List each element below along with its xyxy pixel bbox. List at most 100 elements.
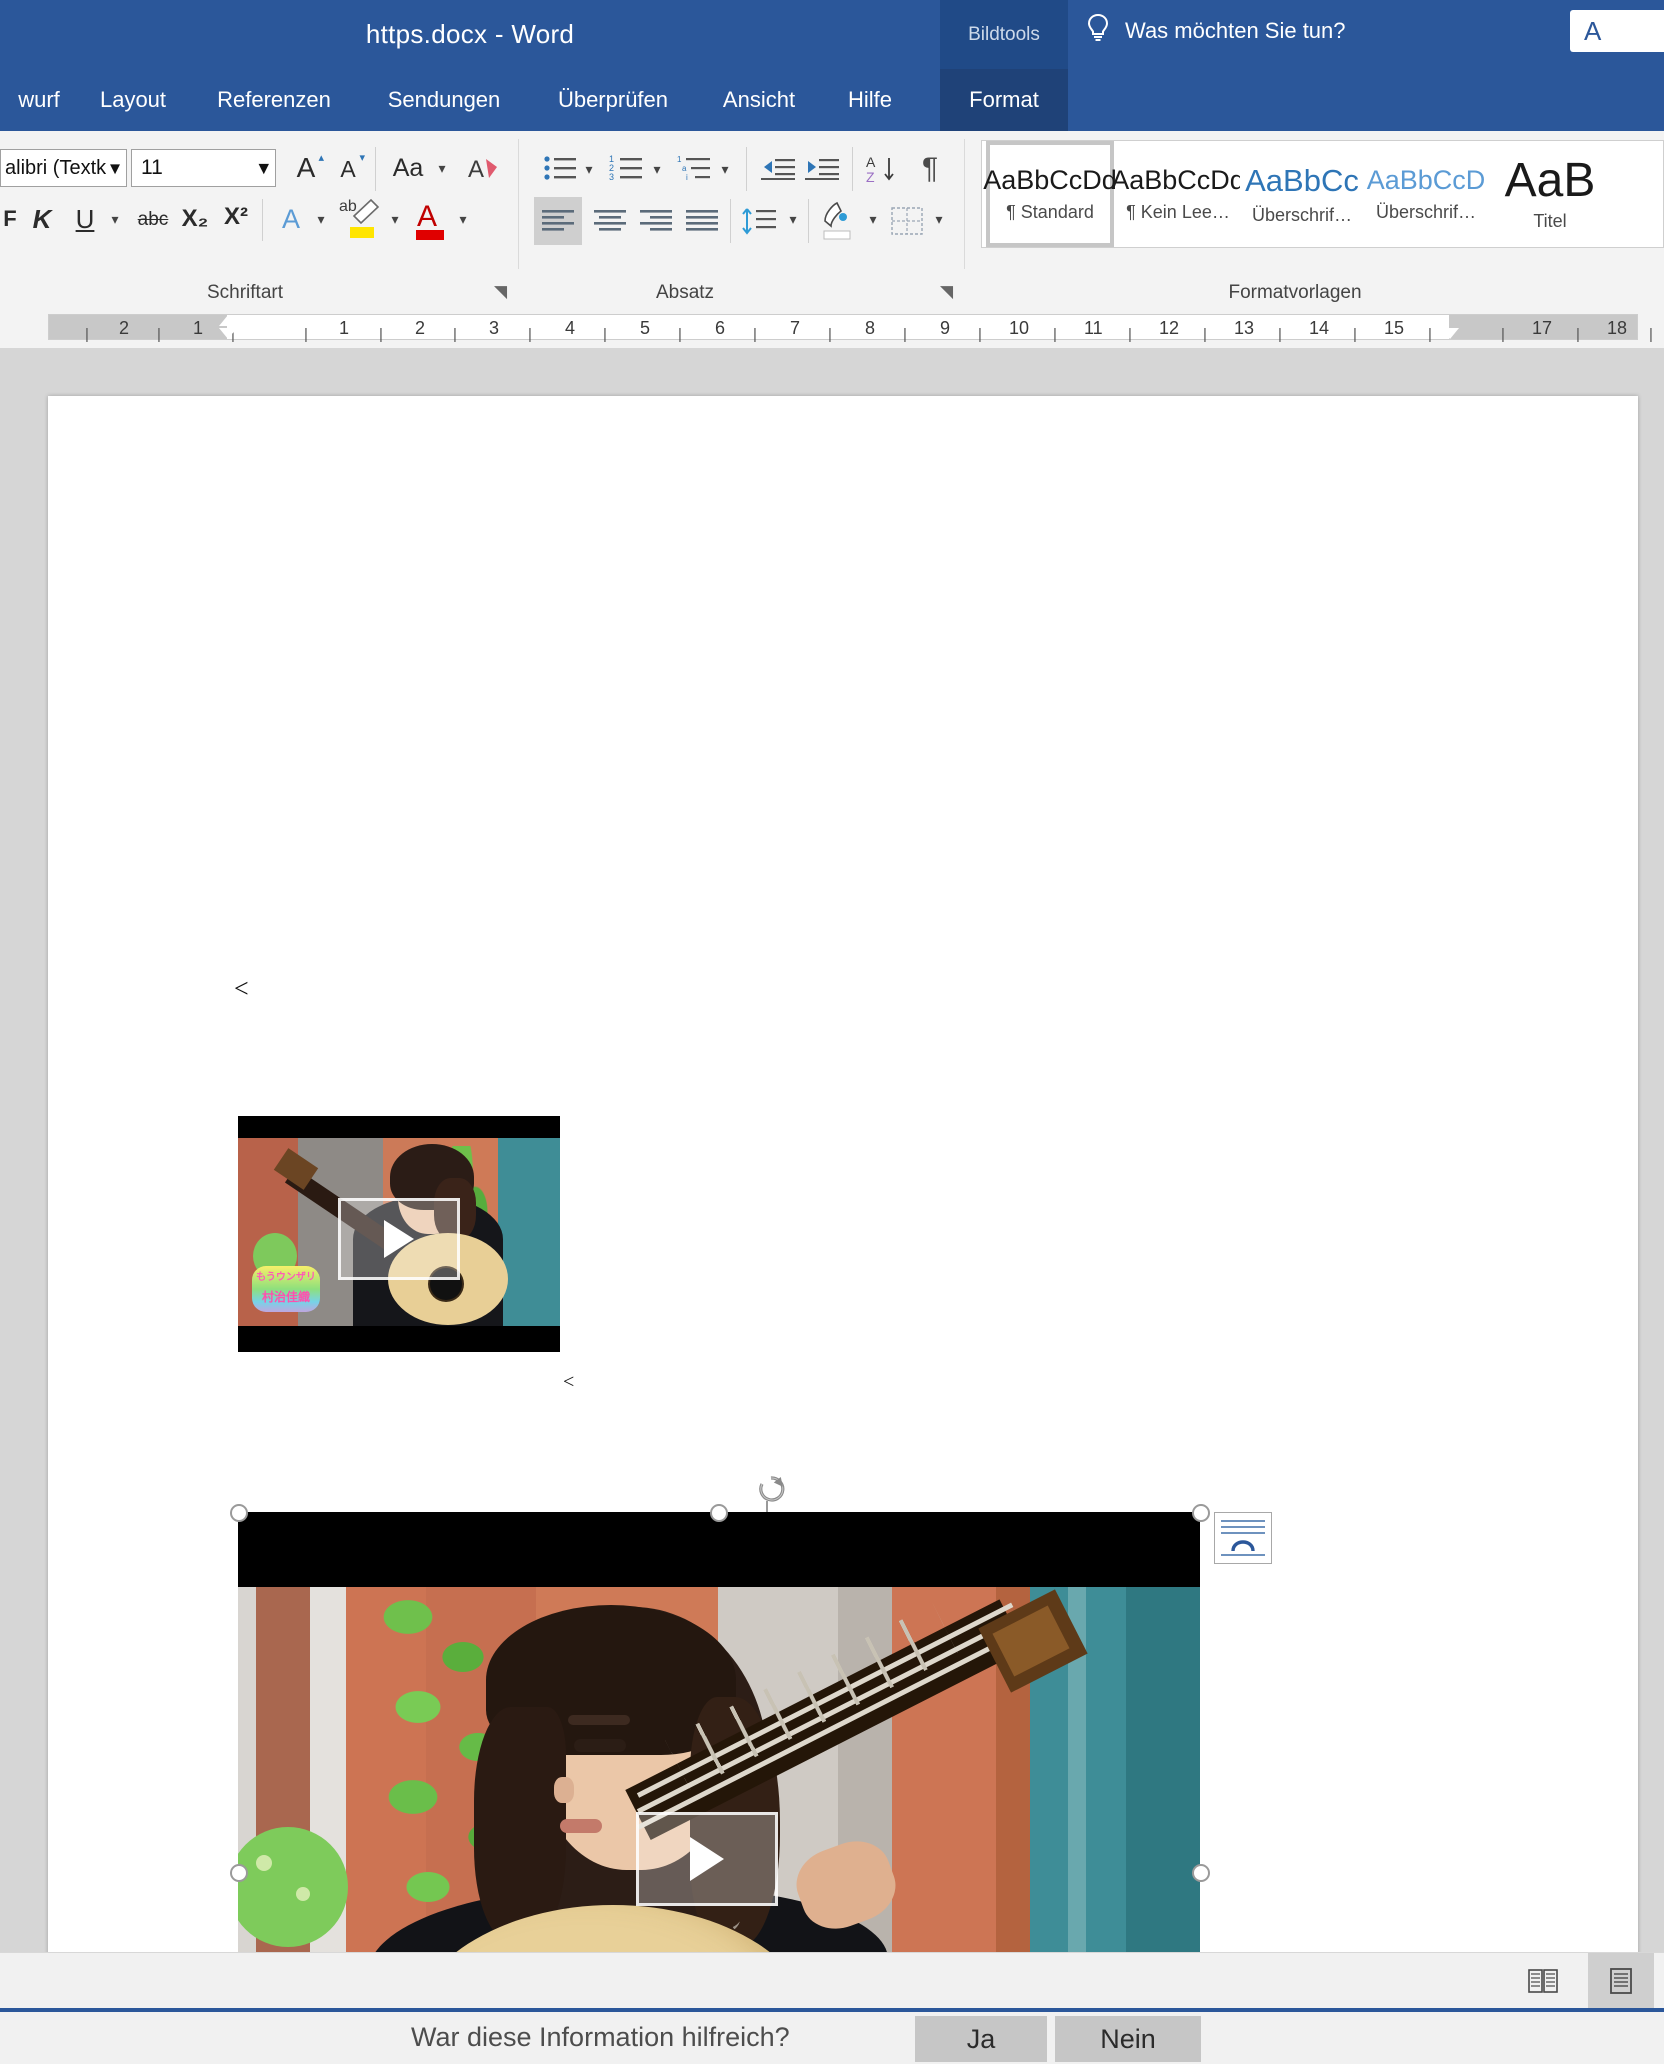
ruler-tick: | bbox=[1203, 326, 1207, 343]
tab--berpr-fen[interactable]: Überprüfen bbox=[528, 69, 698, 131]
chevron-down-icon[interactable]: ▾ bbox=[928, 207, 950, 231]
play-button-icon[interactable] bbox=[636, 1812, 778, 1906]
chevron-down-icon[interactable]: ▾ bbox=[578, 157, 600, 181]
tab-wurf[interactable]: wurf bbox=[0, 69, 78, 131]
strikethrough-button[interactable]: abc bbox=[130, 201, 176, 239]
tell-me-label: Was möchten Sie tun? bbox=[1125, 18, 1346, 44]
align-right-button[interactable] bbox=[632, 197, 680, 245]
svg-text:i: i bbox=[686, 173, 688, 182]
chevron-down-icon[interactable]: ▾ bbox=[714, 157, 736, 181]
feedback-no-button[interactable]: Nein bbox=[1055, 2016, 1201, 2062]
font-name-value: alibri (Textk bbox=[1, 157, 106, 180]
shrink-font-button[interactable]: A ▾ bbox=[330, 151, 366, 187]
feedback-yes-button[interactable]: Ja bbox=[915, 2016, 1047, 2062]
hanging-indent-marker[interactable] bbox=[219, 328, 237, 339]
text-effects-button[interactable]: A bbox=[272, 199, 310, 239]
paragraph-dialog-launcher[interactable]: ◥ bbox=[940, 282, 953, 302]
rotate-handle-icon[interactable] bbox=[751, 1471, 791, 1511]
group-separator bbox=[518, 139, 519, 269]
resize-handle-middle-right[interactable] bbox=[1192, 1864, 1210, 1882]
style-name: ¶ Standard bbox=[1006, 202, 1094, 223]
ruler-number: 3 bbox=[489, 318, 499, 339]
tab-format[interactable]: Format bbox=[940, 69, 1068, 131]
account-chip[interactable]: A bbox=[1570, 10, 1664, 52]
numbered-list-button[interactable]: 1 2 3 bbox=[606, 149, 650, 189]
right-indent-marker[interactable] bbox=[1441, 328, 1459, 339]
status-bar bbox=[0, 1952, 1664, 2009]
ruler-tick: | bbox=[1501, 326, 1505, 343]
align-left-button[interactable] bbox=[534, 197, 582, 245]
decrease-indent-button[interactable] bbox=[756, 149, 800, 189]
text-mark: < bbox=[563, 1371, 574, 1394]
font-size-combo[interactable]: 11 ▾ bbox=[131, 149, 276, 187]
tab-ansicht[interactable]: Ansicht bbox=[698, 69, 820, 131]
ribbon-tab-strip: wurfLayoutReferenzenSendungenÜberprüfenA… bbox=[0, 69, 1664, 131]
grow-font-button[interactable]: A ▴ bbox=[286, 149, 326, 187]
resize-handle-top-right[interactable] bbox=[1192, 1504, 1210, 1522]
tab-sendungen[interactable]: Sendungen bbox=[360, 69, 528, 131]
chevron-down-icon[interactable]: ▾ bbox=[862, 207, 884, 231]
clear-formatting-button[interactable]: A bbox=[462, 147, 504, 189]
subscript-button[interactable]: X₂ bbox=[176, 199, 214, 239]
style-name: Überschrif… bbox=[1252, 205, 1352, 226]
chevron-down-icon[interactable]: ▾ bbox=[310, 207, 332, 231]
underline-button[interactable]: U bbox=[66, 199, 104, 239]
document-page[interactable]: < < bbox=[48, 396, 1638, 1952]
multilevel-list-button[interactable]: 1 a i bbox=[674, 149, 718, 189]
ruler-track[interactable]: 2 1 1 2 3 4 5 6 7 8 9 10 11 12 13 14 15 … bbox=[48, 314, 1638, 340]
first-line-indent-marker[interactable] bbox=[219, 315, 237, 326]
chevron-down-icon[interactable]: ▾ bbox=[452, 207, 474, 231]
bullet-list-button[interactable] bbox=[540, 149, 582, 189]
tab-hilfe[interactable]: Hilfe bbox=[820, 69, 920, 131]
line-spacing-button[interactable] bbox=[736, 197, 782, 245]
style-card-standard[interactable]: AaBbCcDd ¶ Standard bbox=[986, 141, 1114, 247]
print-layout-icon[interactable] bbox=[1588, 1953, 1654, 2008]
tab-layout[interactable]: Layout bbox=[78, 69, 188, 131]
sort-az-button[interactable]: A Z bbox=[862, 149, 906, 189]
ruler-tick: | bbox=[1353, 326, 1357, 343]
align-center-button[interactable] bbox=[586, 197, 634, 245]
layout-options-icon[interactable] bbox=[1214, 1512, 1272, 1564]
ruler-number: 15 bbox=[1384, 318, 1404, 339]
chevron-down-icon[interactable]: ▾ bbox=[782, 207, 804, 231]
style-card-ueberschrift-1[interactable]: AaBbCc Überschrif… bbox=[1240, 141, 1364, 247]
chevron-down-icon[interactable]: ▾ bbox=[104, 207, 126, 231]
selected-video-object[interactable]: もうウンザリ 村治佳織 bbox=[238, 1512, 1200, 1952]
read-mode-icon[interactable] bbox=[1510, 1953, 1576, 2008]
resize-handle-middle-left[interactable] bbox=[230, 1864, 248, 1882]
font-name-combo[interactable]: alibri (Textk ▾ bbox=[0, 149, 127, 187]
chevron-down-icon[interactable]: ▾ bbox=[646, 157, 668, 181]
increase-indent-button[interactable] bbox=[800, 149, 844, 189]
group-label-absatz: Absatz bbox=[560, 282, 810, 304]
italic-button[interactable]: K bbox=[22, 199, 62, 239]
divider bbox=[746, 147, 747, 191]
chevron-down-icon[interactable]: ▾ bbox=[384, 207, 406, 231]
styles-gallery[interactable]: AaBbCcDd ¶ Standard AaBbCcDd ¶ Kein Lee…… bbox=[981, 140, 1664, 248]
style-card-ueberschrift-2[interactable]: AaBbCcD Überschrif… bbox=[1364, 141, 1488, 247]
ruler-tick: | bbox=[453, 326, 457, 343]
font-color-button[interactable]: A bbox=[410, 193, 456, 245]
ruler-number: 11 bbox=[1084, 318, 1103, 339]
shading-button[interactable] bbox=[814, 195, 860, 245]
ruler-tick: | bbox=[1649, 326, 1653, 343]
justify-button[interactable] bbox=[678, 197, 726, 245]
resize-handle-top-center[interactable] bbox=[710, 1504, 728, 1522]
resize-handle-top-left[interactable] bbox=[230, 1504, 248, 1522]
ruler[interactable]: 2 1 1 2 3 4 5 6 7 8 9 10 11 12 13 14 15 … bbox=[0, 308, 1664, 349]
borders-button[interactable] bbox=[884, 197, 930, 245]
document-area[interactable]: < < bbox=[0, 348, 1664, 1952]
video-thumbnail[interactable]: もうウンザリ 村治佳織 bbox=[238, 1116, 560, 1352]
text-highlight-button[interactable]: ab bbox=[336, 193, 386, 245]
show-formatting-marks-button[interactable]: ¶ bbox=[910, 147, 950, 191]
chevron-down-icon: ▾ bbox=[249, 156, 269, 181]
superscript-button[interactable]: X² bbox=[216, 197, 256, 237]
style-card-titel[interactable]: AaB Titel bbox=[1488, 141, 1612, 247]
style-card-kein-leerraum[interactable]: AaBbCcDd ¶ Kein Lee… bbox=[1116, 141, 1240, 247]
chevron-down-icon[interactable]: ▾ bbox=[432, 157, 452, 179]
tab-referenzen[interactable]: Referenzen bbox=[188, 69, 360, 131]
font-dialog-launcher[interactable]: ◥ bbox=[494, 282, 507, 302]
style-preview: AaBbCcDd bbox=[1111, 165, 1245, 196]
tell-me-search[interactable]: Was möchten Sie tun? bbox=[1085, 0, 1346, 62]
play-button-icon[interactable] bbox=[338, 1198, 460, 1280]
change-case-button[interactable]: Aa bbox=[385, 149, 431, 187]
